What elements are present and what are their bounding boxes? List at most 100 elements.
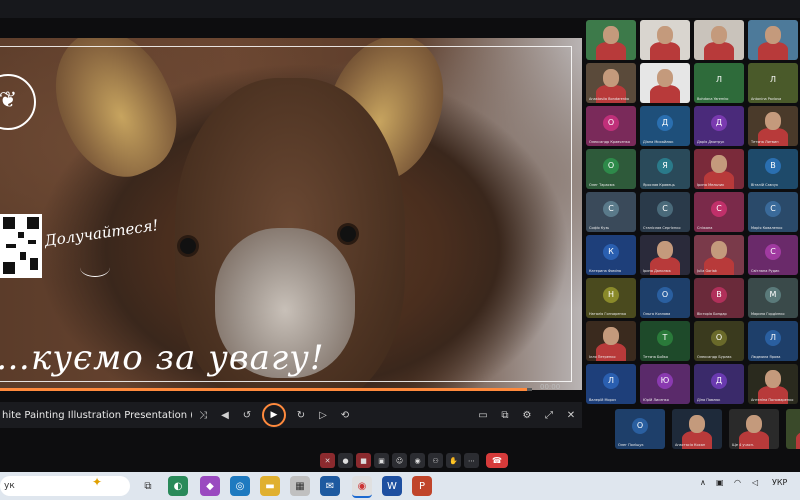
- slide-frame: [0, 46, 572, 382]
- taskbar-search-input[interactable]: ук: [0, 476, 130, 496]
- participant-tile[interactable]: [786, 409, 800, 449]
- mic-icon[interactable]: ●: [338, 453, 353, 468]
- subtitles-icon[interactable]: ▭: [472, 404, 494, 426]
- participant-tile[interactable]: С Світлана Рудик: [748, 235, 798, 275]
- copilot-sparkle-icon[interactable]: ✦: [92, 475, 102, 489]
- participant-body: [796, 431, 800, 449]
- loop-icon[interactable]: ⟲: [334, 404, 356, 426]
- participant-tile[interactable]: [640, 63, 690, 103]
- volume-icon[interactable]: ◁: [752, 478, 758, 487]
- participant-tile[interactable]: Ірина Данилюк: [640, 235, 690, 275]
- meeting-toolbar: ✕ ● ■ ▣ ☺ ◉ ⚇ ✋ ⋯ ☎: [320, 453, 508, 468]
- participant-face: [689, 415, 705, 433]
- participant-tile[interactable]: Д Дарія Дмитрук: [694, 106, 744, 146]
- participant-avatar: В: [711, 287, 727, 303]
- participant-tile[interactable]: [748, 20, 798, 60]
- participant-tile[interactable]: Ангеліна Пономаренко: [748, 364, 798, 404]
- participant-tile[interactable]: Л Людмила Ярова: [748, 321, 798, 361]
- participant-face: [711, 155, 727, 173]
- participant-tile[interactable]: О Олександр Кравченко: [586, 106, 636, 146]
- participant-tile[interactable]: [694, 20, 744, 60]
- participant-tile[interactable]: Л Bohdana Yaremko: [694, 63, 744, 103]
- tray-chevron-icon[interactable]: ∧: [700, 478, 706, 487]
- participant-avatar: О: [603, 115, 619, 131]
- file-explorer-icon[interactable]: ▬: [260, 476, 280, 496]
- participant-tile[interactable]: К Катерина Фоміна: [586, 235, 636, 275]
- participant-tile[interactable]: Л Antonina Pavlova: [748, 63, 798, 103]
- participant-tile[interactable]: Л Валерій Мороз: [586, 364, 636, 404]
- language-indicator[interactable]: УКР: [772, 478, 787, 487]
- presentation-progress-bar[interactable]: [0, 388, 532, 391]
- participants-icon[interactable]: ⚇: [428, 453, 443, 468]
- participant-tile[interactable]: О Ольга Козлова: [640, 278, 690, 318]
- participant-tile[interactable]: С Софія Кузь: [586, 192, 636, 232]
- participant-tile[interactable]: Н Наталія Гончаренко: [586, 278, 636, 318]
- previous-slide-icon[interactable]: ◀: [214, 404, 236, 426]
- widgets-icon[interactable]: ◐: [168, 476, 188, 496]
- participant-name: Олександр Кравченко: [589, 140, 631, 144]
- participant-tile[interactable]: В Вікторія Бондар: [694, 278, 744, 318]
- participant-tile[interactable]: М Марина Гордієнко: [748, 278, 798, 318]
- qr-code-icon: [0, 214, 42, 278]
- record-icon[interactable]: ◉: [410, 453, 425, 468]
- participant-name: Тетяна Бойко: [643, 355, 669, 359]
- participant-name: Анастасія Кохан: [675, 443, 706, 447]
- mic-muted-icon[interactable]: ✕: [320, 453, 335, 468]
- settings-icon[interactable]: ⚙: [516, 404, 538, 426]
- pip-icon[interactable]: ⧉: [494, 404, 516, 426]
- word-app-icon[interactable]: W: [382, 476, 402, 496]
- rewind-icon[interactable]: ↺: [236, 404, 258, 426]
- task-view-icon[interactable]: ⧉: [138, 476, 158, 496]
- participant-tile[interactable]: С Станіслав Сергієнко: [640, 192, 690, 232]
- participant-tile[interactable]: С Сніжана: [694, 192, 744, 232]
- participant-tile[interactable]: Ю Юрій Лисенко: [640, 364, 690, 404]
- copilot-app-icon[interactable]: ◆: [200, 476, 220, 496]
- close-icon[interactable]: ✕: [560, 404, 582, 426]
- participant-tile[interactable]: Т Тетяна Бойко: [640, 321, 690, 361]
- participant-tile[interactable]: О Олег Тарасюк: [586, 149, 636, 189]
- participant-tile[interactable]: [586, 20, 636, 60]
- participant-name: Діна Павлюк: [697, 398, 721, 402]
- participant-tile[interactable]: О Олександр Бурлак: [694, 321, 744, 361]
- participant-tile[interactable]: Ірина Мельник: [694, 149, 744, 189]
- more-options-icon[interactable]: ⋯: [464, 453, 479, 468]
- participant-tile[interactable]: Д Діана Михайлюк: [640, 106, 690, 146]
- camera-off-icon[interactable]: ■: [356, 453, 371, 468]
- end-call-button[interactable]: ☎: [486, 453, 508, 468]
- fullscreen-icon[interactable]: ⤢: [538, 404, 560, 426]
- store-icon[interactable]: ▦: [290, 476, 310, 496]
- mail-icon[interactable]: ✉: [320, 476, 340, 496]
- participant-name: Ангеліна Пономаренко: [751, 398, 794, 402]
- raise-hand-icon[interactable]: ✋: [446, 453, 461, 468]
- participant-tile[interactable]: О Олег Поліщук: [615, 409, 665, 449]
- play-button[interactable]: ▶: [262, 403, 286, 427]
- participant-tile[interactable]: Анастасія Кохан: [672, 409, 722, 449]
- participant-tile[interactable]: [640, 20, 690, 60]
- share-screen-icon[interactable]: ▣: [374, 453, 389, 468]
- participant-body: [704, 42, 734, 60]
- powerpoint-app-icon[interactable]: P: [412, 476, 432, 496]
- wifi-icon[interactable]: ◠: [734, 478, 741, 487]
- participant-tile[interactable]: Ще 4 учасн.: [729, 409, 779, 449]
- participant-face: [603, 69, 619, 87]
- tray-app-icon[interactable]: ▣: [716, 478, 724, 487]
- participant-tile[interactable]: Ілля Петренко: [586, 321, 636, 361]
- participant-tile[interactable]: В Віталій Савчук: [748, 149, 798, 189]
- participant-tile[interactable]: Д Діна Павлюк: [694, 364, 744, 404]
- edge-browser-icon[interactable]: ◎: [230, 476, 250, 496]
- next-slide-icon[interactable]: ▷: [312, 404, 334, 426]
- participant-tile[interactable]: Julia Goriak: [694, 235, 744, 275]
- participant-tile[interactable]: Anastasiia Bondarenko: [586, 63, 636, 103]
- participant-tile[interactable]: Я Ярослав Кравець: [640, 149, 690, 189]
- participant-avatar: Л: [765, 330, 781, 346]
- participant-avatar: Л: [603, 373, 619, 389]
- participant-name: Наталія Гончаренко: [589, 312, 627, 316]
- shuffle-icon[interactable]: ⤨: [192, 404, 214, 426]
- participant-tile[interactable]: Тетяна Литвин: [748, 106, 798, 146]
- participant-tile[interactable]: С Марія Коваленко: [748, 192, 798, 232]
- reactions-icon[interactable]: ☺: [392, 453, 407, 468]
- play-icon: ▶: [270, 410, 278, 420]
- participant-body: [758, 42, 788, 60]
- chrome-browser-icon[interactable]: ◉: [352, 476, 372, 498]
- forward-icon[interactable]: ↻: [290, 404, 312, 426]
